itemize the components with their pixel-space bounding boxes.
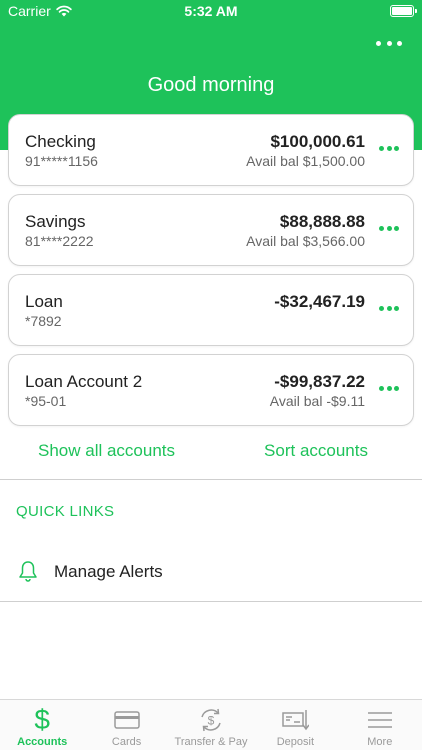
menu-icon — [365, 706, 395, 734]
quick-links-title: QUICK LINKS — [16, 503, 115, 520]
account-name: Loan Account 2 — [25, 372, 143, 391]
check-deposit-icon — [280, 706, 310, 734]
account-name: Savings — [25, 212, 86, 231]
account-name: Checking — [25, 132, 96, 151]
show-all-accounts-link[interactable]: Show all accounts — [38, 441, 175, 461]
svg-text:$: $ — [208, 714, 215, 728]
tab-label: More — [367, 736, 393, 748]
header-more-button[interactable] — [376, 34, 402, 52]
sort-accounts-link[interactable]: Sort accounts — [264, 441, 368, 461]
ellipsis-icon — [379, 385, 384, 391]
status-bar: Carrier 5:32 AM — [0, 0, 422, 24]
greeting: Good morning — [147, 74, 275, 96]
account-balance: $88,888.88 — [279, 212, 365, 231]
account-more-button[interactable] — [379, 305, 399, 311]
tab-deposit[interactable]: Deposit — [253, 700, 337, 750]
tab-transfer-pay[interactable]: $ Transfer & Pay — [169, 700, 253, 750]
tab-label: Transfer & Pay — [174, 736, 248, 748]
tab-label: Deposit — [276, 736, 315, 748]
account-links: Show all accounts Sort accounts — [0, 441, 422, 465]
account-more-button[interactable] — [379, 145, 399, 151]
quick-link-label: Manage Alerts — [54, 562, 163, 581]
account-more-button[interactable] — [379, 225, 399, 231]
account-number: 81****2222 — [25, 233, 94, 249]
transfer-icon: $ — [196, 706, 226, 734]
account-number: *7892 — [25, 313, 62, 329]
ellipsis-icon — [376, 40, 381, 46]
account-card-loan[interactable]: Loan *7892 -$32,467.19 — [8, 274, 414, 346]
manage-alerts-link[interactable]: Manage Alerts — [0, 548, 422, 594]
account-available-balance: Avail bal $3,566.00 — [246, 233, 365, 249]
account-balance: -$32,467.19 — [274, 292, 365, 311]
tab-label: Cards — [111, 736, 142, 748]
status-time: 5:32 AM — [184, 3, 238, 19]
battery-icon — [390, 5, 417, 17]
divider — [0, 479, 422, 480]
divider — [0, 601, 422, 602]
account-name: Loan — [25, 292, 63, 311]
tab-accounts[interactable]: $ Accounts — [0, 700, 84, 750]
account-card-checking[interactable]: Checking 91*****1156 $100,000.61 Avail b… — [8, 114, 414, 186]
account-card-loan-2[interactable]: Loan Account 2 *95-01 -$99,837.22 Avail … — [8, 354, 414, 426]
account-available-balance: Avail bal $1,500.00 — [246, 153, 365, 169]
accounts-list: Checking 91*****1156 $100,000.61 Avail b… — [8, 114, 414, 434]
tab-bar: $ Accounts Cards $ Transfer & Pay Deposi… — [0, 699, 422, 750]
account-balance: -$99,837.22 — [274, 372, 365, 391]
bell-icon — [19, 561, 37, 582]
account-more-button[interactable] — [379, 385, 399, 391]
tab-label: Accounts — [17, 736, 68, 748]
account-available-balance: Avail bal -$9.11 — [269, 393, 365, 409]
account-number: *95-01 — [25, 393, 67, 409]
ellipsis-icon — [379, 225, 384, 231]
account-number: 91*****1156 — [25, 153, 98, 169]
account-card-savings[interactable]: Savings 81****2222 $88,888.88 Avail bal … — [8, 194, 414, 266]
ellipsis-icon — [379, 305, 384, 311]
card-icon — [112, 706, 142, 734]
account-balance: $100,000.61 — [270, 132, 365, 151]
tab-more[interactable]: More — [338, 700, 422, 750]
tab-cards[interactable]: Cards — [84, 700, 168, 750]
ellipsis-icon — [379, 145, 384, 151]
dollar-icon: $ — [34, 704, 50, 735]
